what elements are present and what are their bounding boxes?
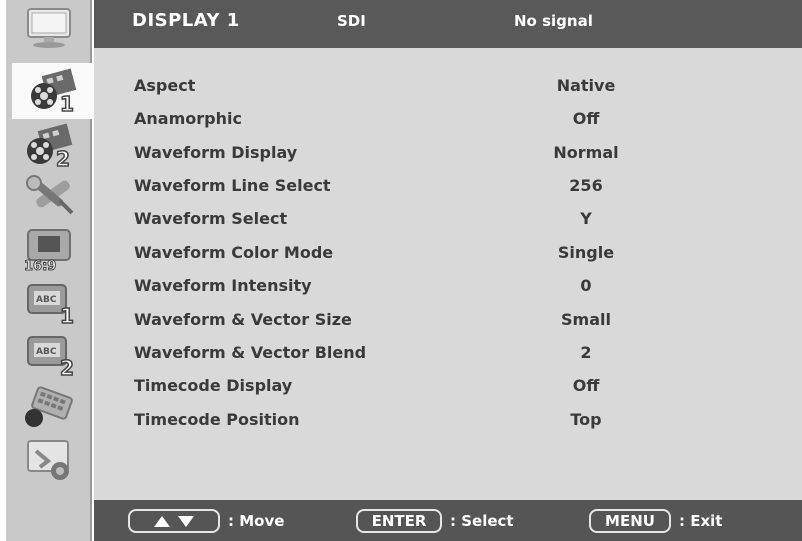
sidebar-item-caption-1[interactable]: ABC 1	[16, 278, 82, 326]
menu-item-label: Waveform Line Select	[134, 176, 331, 195]
badge-1: 1	[60, 304, 74, 325]
menu-item-value[interactable]: Top	[496, 410, 676, 429]
menu-item-waveform-display[interactable]: Waveform Display Normal	[94, 137, 802, 170]
sidebar-item-display-2[interactable]: 2	[16, 122, 82, 170]
film-reel-icon: 1	[31, 68, 77, 114]
menu-item-label: Waveform Display	[134, 143, 298, 162]
menu-item-waveform-intensity[interactable]: Waveform Intensity 0	[94, 270, 802, 303]
menu-item-label: Timecode Display	[134, 376, 293, 395]
category-sidebar: 1 2 16:9 ABC 1 ABC 2	[6, 0, 94, 541]
menu-item-label: Waveform Color Mode	[134, 243, 334, 262]
menu-item-label: Waveform & Vector Size	[134, 310, 352, 329]
caption-icon: ABC 2	[27, 336, 75, 377]
menu-item-value[interactable]: Normal	[496, 143, 676, 162]
menu-key[interactable]: MENU	[589, 509, 671, 533]
menu-item-value[interactable]: Y	[496, 209, 676, 228]
key-hint-bar: : Move ENTER : Select MENU : Exit	[94, 500, 802, 541]
film-reel-icon: 2	[27, 123, 73, 169]
menu-item-anamorphic[interactable]: Anamorphic Off	[94, 103, 802, 136]
svg-text:ABC: ABC	[36, 347, 57, 357]
menu-item-value[interactable]: Off	[496, 376, 676, 395]
arrow-down-icon	[178, 515, 194, 527]
move-hint: : Move	[228, 512, 285, 530]
exit-hint: : Exit	[679, 512, 723, 530]
menu-item-label: Aspect	[134, 76, 196, 95]
sidebar-item-display-1[interactable]: 1	[12, 63, 94, 119]
monitor-icon	[27, 8, 71, 48]
settings-panel: Aspect Native Anamorphic Off Waveform Di…	[94, 48, 802, 500]
menu-item-value[interactable]: Single	[496, 243, 676, 262]
menu-item-label: Waveform & Vector Blend	[134, 343, 367, 362]
sidebar-item-caption-2[interactable]: ABC 2	[16, 330, 82, 378]
menu-item-label: Waveform Select	[134, 209, 288, 228]
menu-item-waveform-select[interactable]: Waveform Select Y	[94, 203, 802, 236]
menu-item-waveform-color-mode[interactable]: Waveform Color Mode Single	[94, 237, 802, 270]
svg-text:ABC: ABC	[36, 295, 57, 305]
badge-1: 1	[60, 92, 74, 114]
sidebar-item-tools[interactable]	[16, 170, 82, 218]
signal-status: No signal	[514, 12, 593, 30]
enter-key[interactable]: ENTER	[356, 509, 442, 533]
menu-item-label: Timecode Position	[134, 410, 300, 429]
menu-item-value[interactable]: Off	[496, 109, 676, 128]
caption-icon: ABC 1	[27, 284, 75, 325]
menu-item-waveform-vector-size[interactable]: Waveform & Vector Size Small	[94, 304, 802, 337]
menu-item-timecode-display[interactable]: Timecode Display Off	[94, 370, 802, 403]
menu-item-value[interactable]: 2	[496, 343, 676, 362]
menu-item-value[interactable]: 256	[496, 176, 676, 195]
badge-16-9: 16:9	[24, 259, 56, 272]
system-icon	[27, 440, 69, 480]
menu-item-label: Waveform Intensity	[134, 276, 312, 295]
sidebar-item-system[interactable]	[16, 436, 82, 484]
up-down-keys[interactable]	[128, 509, 220, 533]
menu-item-waveform-line-select[interactable]: Waveform Line Select 256	[94, 170, 802, 203]
osd-menu: 1 2 16:9 ABC 1 ABC 2 DISPLAY 1 SDI No si…	[0, 0, 802, 541]
sidebar-item-aspect[interactable]: 16:9	[16, 225, 82, 273]
arrow-up-icon	[154, 515, 170, 527]
menu-item-waveform-vector-blend[interactable]: Waveform & Vector Blend 2	[94, 337, 802, 370]
menu-item-label: Anamorphic	[134, 109, 242, 128]
title-bar: DISPLAY 1 SDI No signal	[94, 0, 802, 48]
select-hint: : Select	[450, 512, 514, 530]
badge-2: 2	[56, 147, 70, 169]
menu-item-timecode-position[interactable]: Timecode Position Top	[94, 404, 802, 437]
badge-2: 2	[60, 356, 74, 377]
page-title: DISPLAY 1	[132, 10, 240, 31]
keyboard-icon	[25, 386, 73, 427]
aspect-ratio-icon: 16:9	[24, 229, 71, 272]
menu-item-value[interactable]: 0	[496, 276, 676, 295]
sidebar-item-keyboard[interactable]	[16, 383, 82, 431]
tools-icon	[26, 175, 74, 215]
menu-item-value[interactable]: Small	[496, 310, 676, 329]
menu-item-value[interactable]: Native	[496, 76, 676, 95]
input-source-label: SDI	[337, 12, 366, 30]
sidebar-item-monitor[interactable]	[16, 4, 82, 52]
menu-item-aspect[interactable]: Aspect Native	[94, 70, 802, 103]
